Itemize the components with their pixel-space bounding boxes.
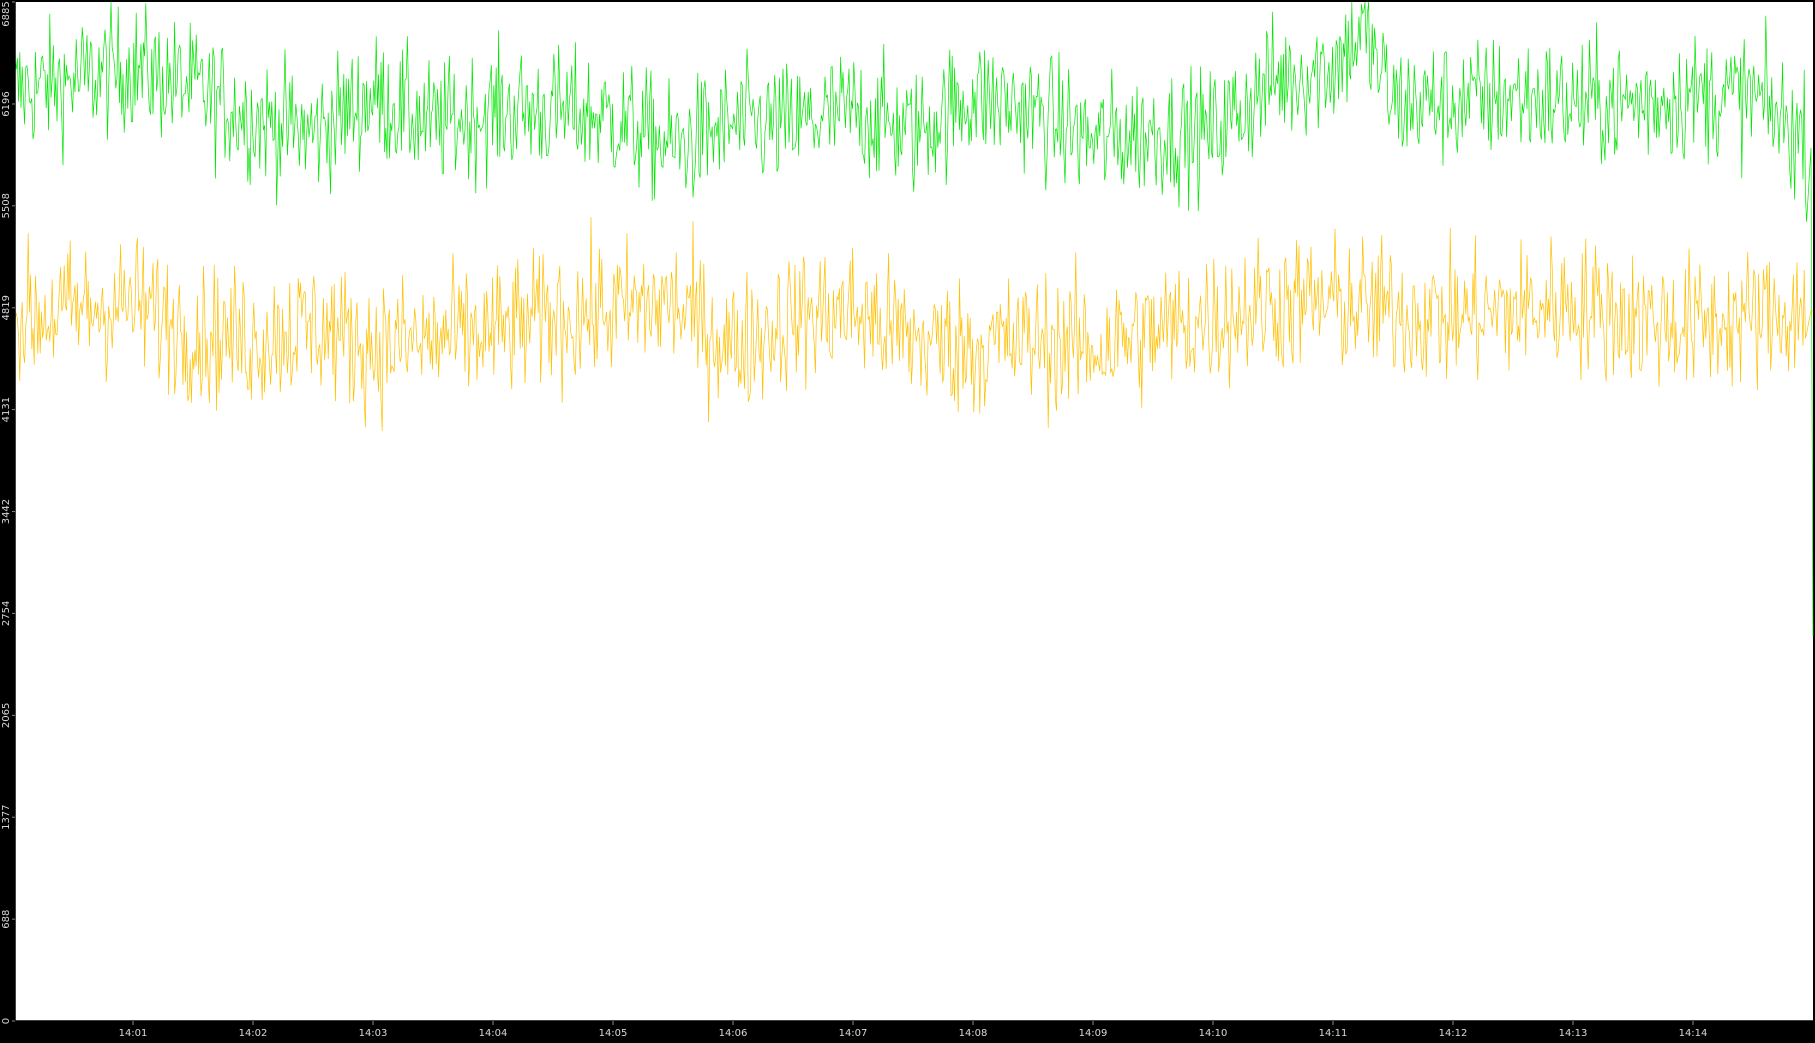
x-tick-label: 14:08 <box>959 1028 988 1039</box>
x-tick-label: 14:01 <box>119 1028 148 1039</box>
x-tick-label: 14:12 <box>1439 1028 1468 1039</box>
x-tick-label: 14:02 <box>239 1028 268 1039</box>
y-tick-label: 688 <box>1 910 12 929</box>
y-tick-label: 6885 <box>1 1 12 26</box>
x-tick-label: 14:07 <box>839 1028 868 1039</box>
y-tick-label: 4819 <box>1 295 12 320</box>
y-tick-label: 0 <box>1 1018 12 1024</box>
x-tick-label: 14:09 <box>1079 1028 1108 1039</box>
x-tick-label: 14:06 <box>719 1028 748 1039</box>
x-tick-label: 14:03 <box>359 1028 388 1039</box>
x-tick-label: 14:05 <box>599 1028 628 1039</box>
x-tick-label: 14:10 <box>1199 1028 1228 1039</box>
y-tick-label: 4131 <box>1 397 12 422</box>
x-tick-label: 14:04 <box>479 1028 508 1039</box>
plot-area <box>15 2 1813 1021</box>
x-tick-label: 14:11 <box>1319 1028 1348 1039</box>
y-tick-label: 2065 <box>1 703 12 728</box>
x-tick-label: 14:14 <box>1679 1028 1708 1039</box>
y-tick-label: 3442 <box>1 499 12 524</box>
line-chart: 0 688 1377 2065 2754 3442 4131 4819 5508 6196 6885… <box>0 0 1815 1039</box>
y-tick-label: 2754 <box>1 601 12 626</box>
y-tick-label: 5508 <box>1 193 12 218</box>
y-tick-label: 6196 <box>1 91 12 116</box>
x-tick-label: 14:13 <box>1559 1028 1588 1039</box>
y-tick-label: 1377 <box>1 804 12 829</box>
chart-container: 0 688 1377 2065 2754 3442 4131 4819 5508 6196 6885… <box>0 0 1815 1039</box>
